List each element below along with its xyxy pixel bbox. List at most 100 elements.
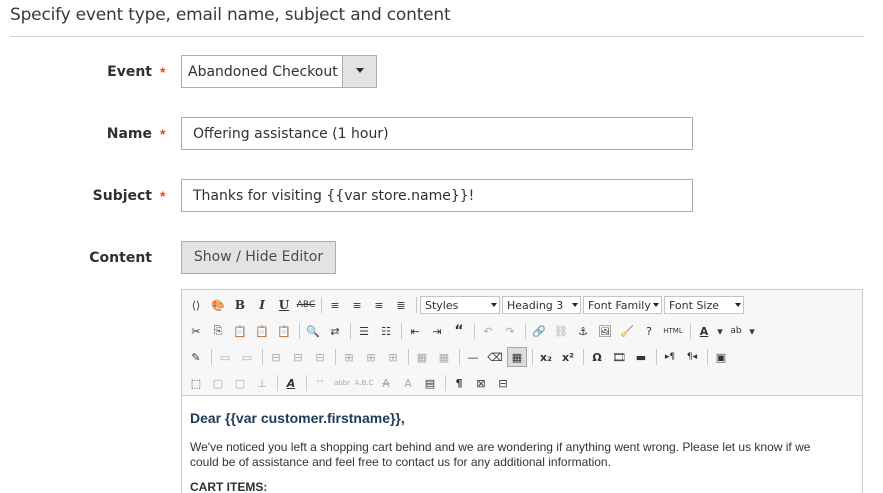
- horizontal-rule-icon[interactable]: —: [463, 347, 483, 367]
- attribs-icon[interactable]: ▤: [420, 373, 440, 393]
- show-hide-editor-button[interactable]: Show / Hide Editor: [181, 241, 336, 274]
- cut-icon[interactable]: ✂: [186, 321, 206, 341]
- font-size-dropdown[interactable]: Font Size: [664, 296, 744, 314]
- toolbar-divider: [306, 375, 307, 391]
- name-input[interactable]: Offering assistance (1 hour): [181, 117, 693, 150]
- ltr-icon[interactable]: ▸¶: [660, 347, 680, 367]
- show-blocks-icon[interactable]: ¶: [449, 373, 469, 393]
- toolbar-divider: [408, 349, 409, 365]
- align-right-icon[interactable]: ≡: [369, 295, 389, 315]
- blockquote-icon[interactable]: “: [449, 321, 469, 341]
- text-color-icon[interactable]: A: [694, 321, 714, 341]
- align-left-icon[interactable]: ≡: [325, 295, 345, 315]
- insert-col-after-icon[interactable]: ⊞: [361, 347, 381, 367]
- indent-icon[interactable]: ⇥: [427, 321, 447, 341]
- ins-icon[interactable]: A: [398, 373, 418, 393]
- editor-content[interactable]: Dear {{var customer.firstname}}, We've n…: [190, 410, 850, 493]
- nonbreaking-icon[interactable]: ⊠: [471, 373, 491, 393]
- absolute-icon[interactable]: ⊥: [252, 373, 272, 393]
- styleprops-icon[interactable]: A: [281, 373, 301, 393]
- name-label: Name: [106, 126, 152, 142]
- delete-col-icon[interactable]: ⊞: [383, 347, 403, 367]
- link-icon[interactable]: 🔗: [529, 321, 549, 341]
- cleanup-icon[interactable]: 🧹: [617, 321, 637, 341]
- widget-icon[interactable]: ⟨⟩: [186, 295, 206, 315]
- chevron-down-icon: [653, 303, 659, 307]
- numbered-list-icon[interactable]: ☷: [376, 321, 396, 341]
- event-select-toggle[interactable]: [342, 56, 376, 87]
- superscript-icon[interactable]: x²: [558, 347, 578, 367]
- toolbar-divider: [211, 349, 212, 365]
- underline-icon[interactable]: U: [274, 295, 294, 315]
- toolbar-row-2: ✂ ⎘ 📋 📋 📋 🔍 ⇄ ☰ ☷ ⇤ ⇥ “ ↶ ↷ 🔗 ⛓ ⚓ 🖼 🧹 ?: [186, 320, 758, 342]
- image-icon[interactable]: 🖼: [595, 321, 615, 341]
- variable-icon[interactable]: 🎨: [208, 295, 228, 315]
- font-family-dropdown[interactable]: Font Family: [583, 296, 662, 314]
- chevron-down-icon[interactable]: ▾: [748, 321, 756, 341]
- paste-word-icon[interactable]: 📋: [274, 321, 294, 341]
- toolbar-divider: [583, 349, 584, 365]
- paste-text-icon[interactable]: 📋: [252, 321, 272, 341]
- layer-props-icon[interactable]: ▭: [237, 347, 257, 367]
- chevron-down-icon: [572, 303, 578, 307]
- abbr-icon[interactable]: abbr: [332, 373, 352, 393]
- subscript-icon[interactable]: x₂: [536, 347, 556, 367]
- del-icon[interactable]: A: [376, 373, 396, 393]
- cite-icon[interactable]: “”: [310, 373, 330, 393]
- background-color-icon[interactable]: ab: [726, 321, 746, 341]
- insert-row-after-icon[interactable]: ⊟: [310, 347, 330, 367]
- name-input-value: Offering assistance (1 hour): [193, 126, 389, 142]
- anchor-icon[interactable]: ⚓: [573, 321, 593, 341]
- outdent-icon[interactable]: ⇤: [405, 321, 425, 341]
- acronym-icon[interactable]: A.B.C: [354, 373, 374, 393]
- fullscreen-icon[interactable]: ▣: [711, 347, 731, 367]
- toolbar-row-3: ✎ ▭ ▭ ⊟ ⊟ ⊟ ⊞ ⊞ ⊞ ▦ ▦ — ⌫ ▦ x₂ x² Ω 🎞 ▬: [186, 346, 733, 368]
- redo-icon[interactable]: ↷: [500, 321, 520, 341]
- insert-layer-box-icon[interactable]: ⬚: [186, 373, 206, 393]
- paste-icon[interactable]: 📋: [230, 321, 250, 341]
- find-icon[interactable]: 🔍: [303, 321, 323, 341]
- styles-dropdown[interactable]: Styles: [420, 296, 500, 314]
- unlink-icon[interactable]: ⛓: [551, 321, 571, 341]
- align-center-icon[interactable]: ≡: [347, 295, 367, 315]
- toolbar-row-1: ⟨⟩ 🎨 B I U ABC ≡ ≡ ≡ ≣ Styles Heading 3 …: [186, 294, 746, 316]
- toolbar-divider: [350, 323, 351, 339]
- editor-toolbar: ⟨⟩ 🎨 B I U ABC ≡ ≡ ≡ ≣ Styles Heading 3 …: [182, 290, 862, 396]
- toolbar-divider: [401, 323, 402, 339]
- move-backward-icon[interactable]: ▢: [230, 373, 250, 393]
- insert-col-before-icon[interactable]: ⊞: [339, 347, 359, 367]
- table-icon[interactable]: ▦: [507, 347, 527, 367]
- remove-format-icon[interactable]: ⌫: [485, 347, 505, 367]
- edit-css-icon[interactable]: ✎: [186, 347, 206, 367]
- html-source-icon[interactable]: HTML: [661, 321, 685, 341]
- insert-layer-icon[interactable]: ▭: [215, 347, 235, 367]
- chevron-down-icon[interactable]: ▾: [716, 321, 724, 341]
- split-cells-icon[interactable]: ▦: [412, 347, 432, 367]
- insert-row-before-icon[interactable]: ⊟: [288, 347, 308, 367]
- special-char-icon[interactable]: Ω: [587, 347, 607, 367]
- toolbar-divider: [299, 323, 300, 339]
- align-justify-icon[interactable]: ≣: [391, 295, 411, 315]
- italic-icon[interactable]: I: [252, 295, 272, 315]
- replace-icon[interactable]: ⇄: [325, 321, 345, 341]
- toolbar-divider: [656, 349, 657, 365]
- toolbar-divider: [525, 323, 526, 339]
- move-forward-icon[interactable]: ▢: [208, 373, 228, 393]
- subject-input[interactable]: Thanks for visiting {{var store.name}}!: [181, 179, 693, 212]
- strikethrough-icon[interactable]: ABC: [296, 295, 316, 315]
- pagebreak-icon[interactable]: ⊟: [493, 373, 513, 393]
- rtl-icon[interactable]: ¶◂: [682, 347, 702, 367]
- row-props-icon[interactable]: ⊟: [266, 347, 286, 367]
- copy-icon[interactable]: ⎘: [208, 321, 228, 341]
- bold-icon[interactable]: B: [230, 295, 250, 315]
- help-icon[interactable]: ?: [639, 321, 659, 341]
- merge-cells-icon[interactable]: ▦: [434, 347, 454, 367]
- wysiwyg-editor: ⟨⟩ 🎨 B I U ABC ≡ ≡ ≡ ≣ Styles Heading 3 …: [181, 289, 863, 493]
- undo-icon[interactable]: ↶: [478, 321, 498, 341]
- advhr-icon[interactable]: ▬: [631, 347, 651, 367]
- chevron-down-icon: [356, 68, 364, 73]
- event-select[interactable]: Abandoned Checkout: [181, 55, 377, 88]
- heading-dropdown[interactable]: Heading 3: [502, 296, 581, 314]
- media-icon[interactable]: 🎞: [609, 347, 629, 367]
- bullet-list-icon[interactable]: ☰: [354, 321, 374, 341]
